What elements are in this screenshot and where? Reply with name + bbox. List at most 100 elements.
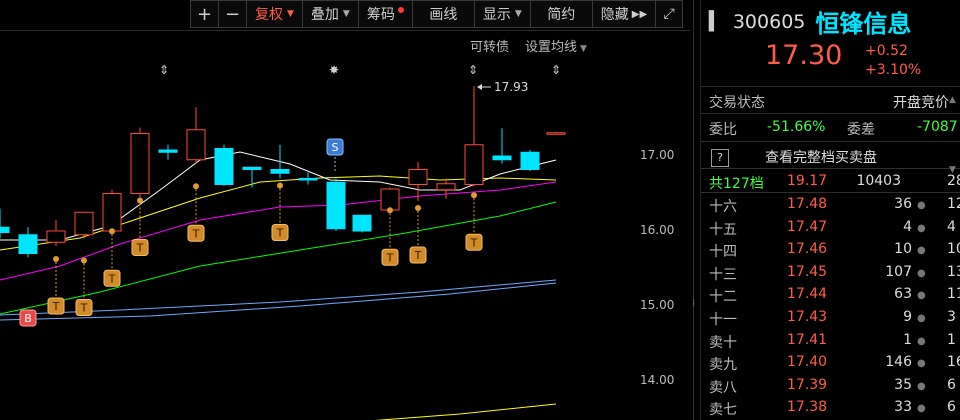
ma-lower-line	[374, 403, 557, 420]
signal-dot	[471, 192, 477, 199]
event-star-icon[interactable]: ✸	[329, 63, 339, 77]
level-volume: 33	[894, 399, 912, 416]
candle-down	[18, 234, 38, 254]
chevron-down-icon: ▼	[342, 9, 350, 19]
stock-header: ▍ 300605 恒锋信息	[709, 4, 911, 39]
event-markers: ⇕ ✸ ⇕ ⇕	[159, 63, 561, 77]
candle-down	[352, 214, 372, 232]
level-volume: 146	[885, 354, 912, 371]
level-price: 17.46	[787, 241, 828, 258]
divider	[701, 192, 960, 193]
chevron-down-icon: ▼	[514, 9, 522, 19]
fuquan-dropdown[interactable]: 复权 ▼	[246, 0, 302, 28]
candle-down	[298, 178, 318, 181]
candle-up	[186, 129, 206, 161]
simple-mode-button[interactable]: 简约	[529, 0, 592, 28]
signal-t-label: T	[192, 227, 200, 240]
panel-splitter-handle[interactable]: ⁞	[692, 298, 700, 312]
orderbook-row[interactable]: 十四 17.46 10 ● 10	[701, 239, 960, 261]
candle-up	[546, 132, 566, 135]
signal-t-label: T	[386, 251, 394, 264]
orderbook-row[interactable]: 卖八 17.39 35 ● 6	[701, 375, 960, 397]
summary-volume: 10403	[856, 173, 901, 189]
orderbook-row[interactable]: 十六 17.48 36 ● 12	[701, 194, 960, 216]
weibi-label: 委比	[709, 122, 737, 138]
summary-price: 19.17	[787, 173, 828, 189]
full-orderbook-link[interactable]: 查看完整档买卖盘	[765, 147, 877, 167]
level-label: 十二	[709, 289, 737, 306]
level-label: 卖九	[709, 357, 737, 374]
level-count-label: 共127档	[709, 176, 764, 192]
kline-chart[interactable]: T T T T T T T T T S B ⇕ ✸ ⇕ ⇕ 17.93	[0, 30, 630, 420]
event-marker-icon[interactable]: ⇕	[551, 63, 561, 77]
candle-up	[380, 188, 400, 211]
signal-t-label: T	[52, 300, 60, 313]
info-bar-icon[interactable]: ▍	[709, 11, 723, 32]
scroll-down-icon[interactable]: ▼	[949, 165, 956, 175]
level-extra: 3	[947, 309, 956, 325]
signal-s-label: S	[332, 141, 339, 154]
level-price: 17.44	[787, 286, 828, 303]
divider	[701, 141, 960, 142]
signal-t-label: T	[470, 236, 478, 249]
orderbook-row[interactable]: 十一 17.43 9 ● 3	[701, 307, 960, 329]
orderbook-row[interactable]: 卖十 17.41 1 ● 1	[701, 330, 960, 352]
change-percent: +3.10%	[865, 62, 922, 78]
weicha-label: 委差	[847, 122, 875, 138]
level-extra: 4	[947, 218, 956, 235]
draw-line-button[interactable]: 画线	[411, 0, 474, 28]
fuquan-label: 复权	[255, 7, 283, 23]
level-label: 十一	[709, 312, 737, 328]
scroll-up-icon[interactable]: ▲	[949, 95, 956, 105]
orderbook-row[interactable]: 十五 17.47 4 ● 4	[701, 217, 960, 239]
display-dropdown[interactable]: 显示 ▼	[473, 0, 530, 28]
event-marker-icon[interactable]: ⇕	[468, 63, 478, 77]
overlay-dropdown[interactable]: 叠加 ▼	[301, 0, 358, 28]
change-amount: +0.52	[865, 43, 908, 59]
candle-up	[464, 144, 484, 185]
notification-dot-icon	[397, 7, 404, 13]
moving-average-lines	[0, 151, 557, 420]
level-label: 十四	[709, 244, 737, 261]
hide-button[interactable]: 隐藏 ▶▶	[591, 0, 656, 28]
level-volume: 35	[894, 376, 912, 393]
zoom-in-button[interactable]: +	[190, 0, 218, 28]
hide-label: 隐藏	[600, 7, 629, 23]
zoom-out-button[interactable]: −	[218, 0, 246, 28]
orderbook-row[interactable]: 十三 17.45 107 ● 13	[701, 262, 960, 284]
dot-icon: ●	[917, 245, 926, 257]
fullscreen-button[interactable]: ⤢	[655, 0, 684, 28]
signal-dot	[193, 183, 199, 190]
orderbook-row[interactable]: 十二 17.44 63 ● 11	[701, 284, 960, 306]
level-volume: 63	[894, 286, 912, 303]
divider	[701, 113, 960, 114]
fullscreen-icon: ⤢	[663, 6, 675, 22]
chip-distribution-button[interactable]: 筹码	[357, 0, 412, 28]
level-price: 17.41	[787, 331, 828, 348]
candle-up	[102, 193, 122, 232]
chevron-down-icon: ▼	[287, 9, 294, 19]
level-extra: 12	[947, 196, 960, 212]
summary-extra: 28	[947, 173, 960, 189]
weicha-value: -7087	[917, 119, 958, 135]
signal-dot	[415, 205, 421, 211]
dot-icon: ●	[917, 267, 926, 279]
level-extra: 10	[947, 241, 960, 258]
event-marker-icon[interactable]: ⇕	[159, 63, 169, 77]
signal-t-label: T	[414, 249, 422, 262]
level-extra: 16	[947, 354, 960, 371]
level-label: 卖十	[709, 334, 737, 351]
chip-label: 筹码	[366, 7, 395, 23]
orderbook-row[interactable]: 卖七 17.38 33 ● 6	[701, 397, 960, 419]
double-chevron-right-icon: ▶▶	[631, 8, 648, 20]
candle-down	[326, 181, 346, 230]
trading-status-row: 交易状态 开盘竞价	[701, 89, 960, 112]
orderbook-row[interactable]: 卖九 17.40 146 ● 16	[701, 352, 960, 374]
level-label: 十五	[709, 221, 737, 238]
level-price: 17.45	[787, 263, 828, 280]
signal-dot	[53, 256, 59, 262]
level-price: 17.43	[787, 309, 828, 325]
full-orderbook-row[interactable]: ? 查看完整档买卖盘	[701, 144, 960, 167]
candle-down	[270, 169, 290, 174]
price-axis-label: 16.00	[640, 223, 675, 237]
